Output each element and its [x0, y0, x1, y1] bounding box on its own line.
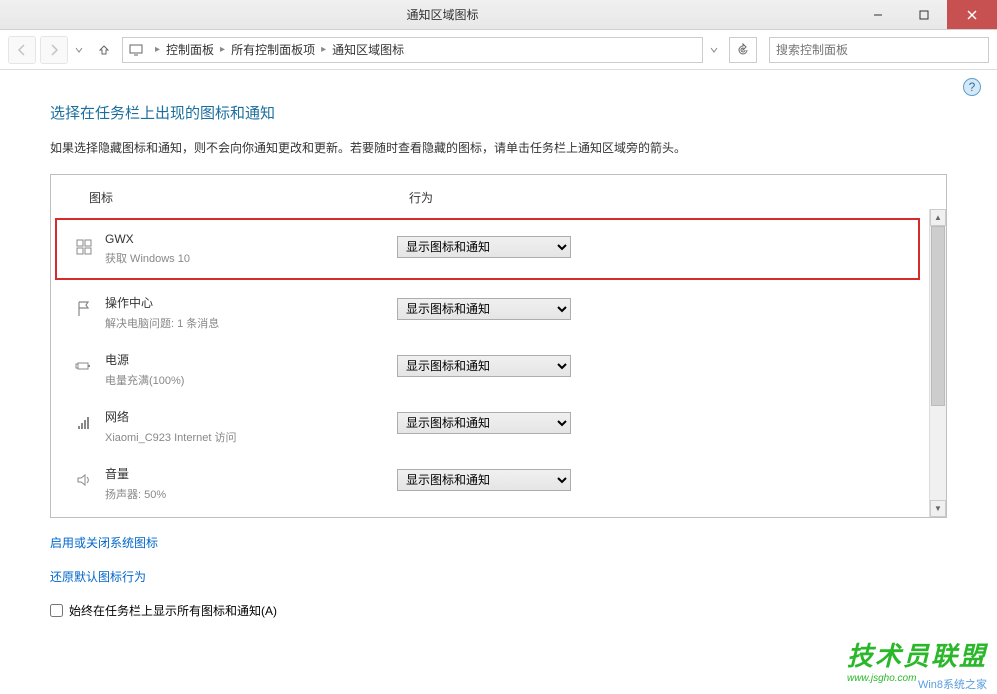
- item-name: GWX: [105, 232, 397, 246]
- breadcrumb-dropdown[interactable]: [707, 38, 721, 62]
- chevron-right-icon: ▸: [149, 44, 166, 55]
- breadcrumb[interactable]: ▸ 控制面板 ▸ 所有控制面板项 ▸ 通知区域图标: [122, 37, 703, 63]
- scroll-area: GWX 获取 Windows 10 显示图标和通知 操作中心 解决电脑问题: 1…: [51, 218, 946, 512]
- up-button[interactable]: [90, 36, 118, 64]
- icon-settings-panel: 图标 行为 GWX 获取 Windows 10 显示图标和通知 操作中心: [50, 174, 947, 518]
- notification-item-action-center: 操作中心 解决电脑问题: 1 条消息 显示图标和通知: [51, 284, 946, 341]
- watermark-sub: Win8系统之家: [918, 676, 987, 692]
- scroll-up-arrow[interactable]: ▲: [930, 209, 946, 226]
- titlebar: 通知区域图标: [0, 0, 997, 30]
- flag-icon: [71, 296, 97, 322]
- breadcrumb-item[interactable]: 控制面板: [166, 41, 214, 58]
- item-name: 电源: [105, 351, 397, 368]
- notification-item-power: 电源 电量充满(100%) 显示图标和通知: [51, 341, 946, 398]
- item-subtitle: Xiaomi_C923 Internet 访问: [105, 429, 397, 445]
- window-controls: [855, 0, 997, 29]
- notification-item-network: 网络 Xiaomi_C923 Internet 访问 显示图标和通知: [51, 398, 946, 455]
- close-button[interactable]: [947, 0, 997, 29]
- speaker-icon: [71, 467, 97, 493]
- behavior-select[interactable]: 显示图标和通知: [397, 355, 571, 377]
- page-description: 如果选择隐藏图标和通知，则不会向你通知更改和更新。若要随时查看隐藏的图标，请单击…: [50, 139, 947, 174]
- search-box[interactable]: [769, 37, 989, 63]
- behavior-select[interactable]: 显示图标和通知: [397, 469, 571, 491]
- window-title: 通知区域图标: [30, 6, 855, 23]
- item-subtitle: 解决电脑问题: 1 条消息: [105, 315, 397, 331]
- item-subtitle: 电量充满(100%): [105, 372, 397, 388]
- column-header-behavior: 行为: [409, 189, 433, 206]
- display-icon: [127, 41, 145, 59]
- scroll-thumb[interactable]: [931, 226, 945, 406]
- behavior-select[interactable]: 显示图标和通知: [397, 412, 571, 434]
- item-name: 音量: [105, 465, 397, 482]
- item-subtitle: 扬声器: 50%: [105, 486, 397, 502]
- item-text: 网络 Xiaomi_C923 Internet 访问: [97, 408, 397, 445]
- history-dropdown[interactable]: [72, 38, 86, 62]
- windows-icon: [71, 234, 97, 260]
- item-subtitle: 获取 Windows 10: [105, 250, 397, 266]
- battery-icon: [71, 353, 97, 379]
- behavior-select[interactable]: 显示图标和通知: [397, 298, 571, 320]
- notification-item-gwx: GWX 获取 Windows 10 显示图标和通知: [55, 218, 920, 280]
- item-text: GWX 获取 Windows 10: [97, 232, 397, 266]
- restore-defaults-link[interactable]: 还原默认图标行为: [50, 568, 146, 585]
- breadcrumb-item[interactable]: 所有控制面板项: [231, 41, 315, 58]
- item-text: 音量 扬声器: 50%: [97, 465, 397, 502]
- notification-item-volume: 音量 扬声器: 50% 显示图标和通知: [51, 455, 946, 512]
- content-area: ? 选择在任务栏上出现的图标和通知 如果选择隐藏图标和通知，则不会向你通知更改和…: [0, 70, 997, 694]
- item-name: 操作中心: [105, 294, 397, 311]
- column-header-icon: 图标: [89, 189, 409, 206]
- maximize-button[interactable]: [901, 0, 947, 29]
- always-show-checkbox-row: 始终在任务栏上显示所有图标和通知(A): [50, 602, 947, 619]
- navbar: ▸ 控制面板 ▸ 所有控制面板项 ▸ 通知区域图标: [0, 30, 997, 70]
- chevron-right-icon: ▸: [315, 44, 332, 55]
- refresh-button[interactable]: [729, 37, 757, 63]
- scroll-down-arrow[interactable]: ▼: [930, 500, 946, 517]
- page-title: 选择在任务栏上出现的图标和通知: [50, 90, 947, 139]
- wifi-icon: [71, 410, 97, 436]
- panel-header: 图标 行为: [51, 175, 946, 218]
- item-text: 电源 电量充满(100%): [97, 351, 397, 388]
- item-name: 网络: [105, 408, 397, 425]
- breadcrumb-item[interactable]: 通知区域图标: [332, 41, 404, 58]
- item-text: 操作中心 解决电脑问题: 1 条消息: [97, 294, 397, 331]
- search-input[interactable]: [776, 43, 982, 57]
- always-show-label[interactable]: 始终在任务栏上显示所有图标和通知(A): [69, 602, 277, 619]
- always-show-checkbox[interactable]: [50, 604, 63, 617]
- scrollbar[interactable]: ▲ ▼: [929, 209, 946, 517]
- back-button[interactable]: [8, 36, 36, 64]
- behavior-select[interactable]: 显示图标和通知: [397, 236, 571, 258]
- minimize-button[interactable]: [855, 0, 901, 29]
- help-icon[interactable]: ?: [963, 78, 981, 96]
- system-icons-link[interactable]: 启用或关闭系统图标: [50, 534, 158, 551]
- forward-button[interactable]: [40, 36, 68, 64]
- chevron-right-icon: ▸: [214, 44, 231, 55]
